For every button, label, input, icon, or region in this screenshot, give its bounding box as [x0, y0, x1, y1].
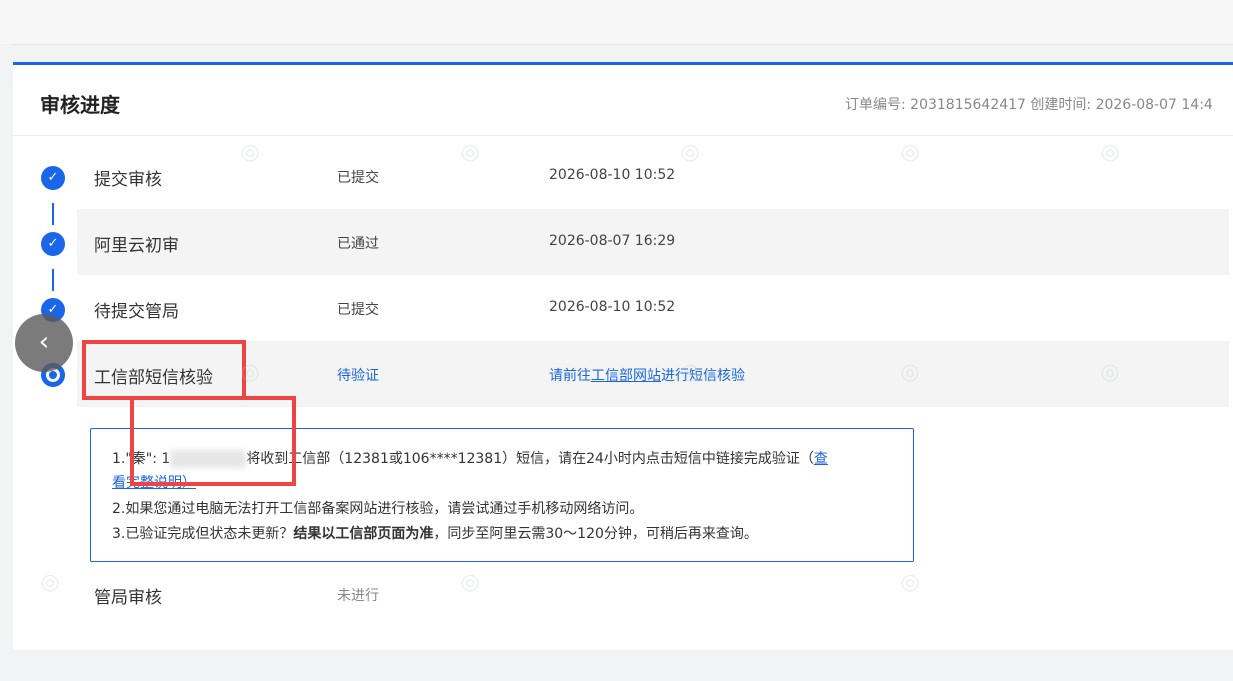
action-prefix: 请前往 — [549, 368, 591, 384]
step-status: 已提交 — [337, 302, 379, 318]
step-status: 待验证 — [337, 368, 379, 384]
left-strip — [0, 44, 12, 644]
step-time: 2026-08-07 16:29 — [549, 233, 676, 249]
step-time: 2026-08-10 10:52 — [549, 167, 676, 183]
step-name: 阿里云初审 — [94, 236, 179, 256]
notice-bold: 结果以工信部页面为准 — [293, 526, 434, 542]
step-status: 已通过 — [337, 236, 379, 252]
step-row-pending-bureau: 待提交管局 已提交 2026-08-10 10:52 — [77, 275, 1229, 341]
notice-line-2: 2.如果您通过电脑无法打开工信部备案网站进行核验，请尝试通过手机移动网络访问。 — [112, 501, 644, 517]
step-name: 提交审核 — [94, 170, 162, 190]
view-details-link[interactable]: 查 — [814, 451, 828, 467]
step-name: 待提交管局 — [94, 302, 179, 322]
check-icon: ✓ — [41, 232, 65, 256]
top-bar — [0, 0, 1233, 45]
notice-line-3: 3.已验证完成但状态未更新？结果以工信部页面为准，同步至阿里云需30～120分钟… — [112, 523, 758, 543]
highlight-box — [130, 396, 296, 486]
step-time: 2026-08-10 10:52 — [549, 299, 676, 315]
timeline-connector — [52, 203, 54, 225]
order-meta: 订单编号: 2031815642417 创建时间: 2026-08-07 14:… — [845, 97, 1213, 113]
notice-text: 3.已验证完成但状态未更新？ — [112, 526, 294, 542]
chevron-left-icon[interactable]: ‹ — [15, 314, 73, 372]
page-title: 审核进度 — [40, 93, 120, 117]
notice-text: 将收到工信部（12381或106****12381）短信，请在24小时内点击短信… — [246, 451, 814, 467]
miit-website-link[interactable]: 工信部网站 — [591, 368, 661, 384]
highlight-box — [82, 340, 246, 400]
step-action: 请前往工信部网站进行短信核验 — [549, 365, 745, 385]
step-row-initial-review: 阿里云初审 已通过 2026-08-07 16:29 — [77, 209, 1229, 275]
action-suffix: 进行短信核验 — [661, 368, 745, 384]
notice-text: ，同步至阿里云需30～120分钟，可稍后再来查询。 — [433, 526, 758, 542]
step-status: 未进行 — [337, 588, 379, 604]
step-name: 管局审核 — [94, 588, 162, 608]
panel-header: 审核进度 订单编号: 2031815642417 创建时间: 2026-08-0… — [13, 65, 1233, 136]
check-icon: ✓ — [41, 166, 65, 190]
step-status: 已提交 — [337, 170, 379, 186]
timeline-connector — [52, 269, 54, 291]
step-row-bureau-review: 管局审核 未进行 — [77, 561, 1229, 627]
step-row-submit: 提交审核 已提交 2026-08-10 10:52 — [77, 143, 1229, 209]
